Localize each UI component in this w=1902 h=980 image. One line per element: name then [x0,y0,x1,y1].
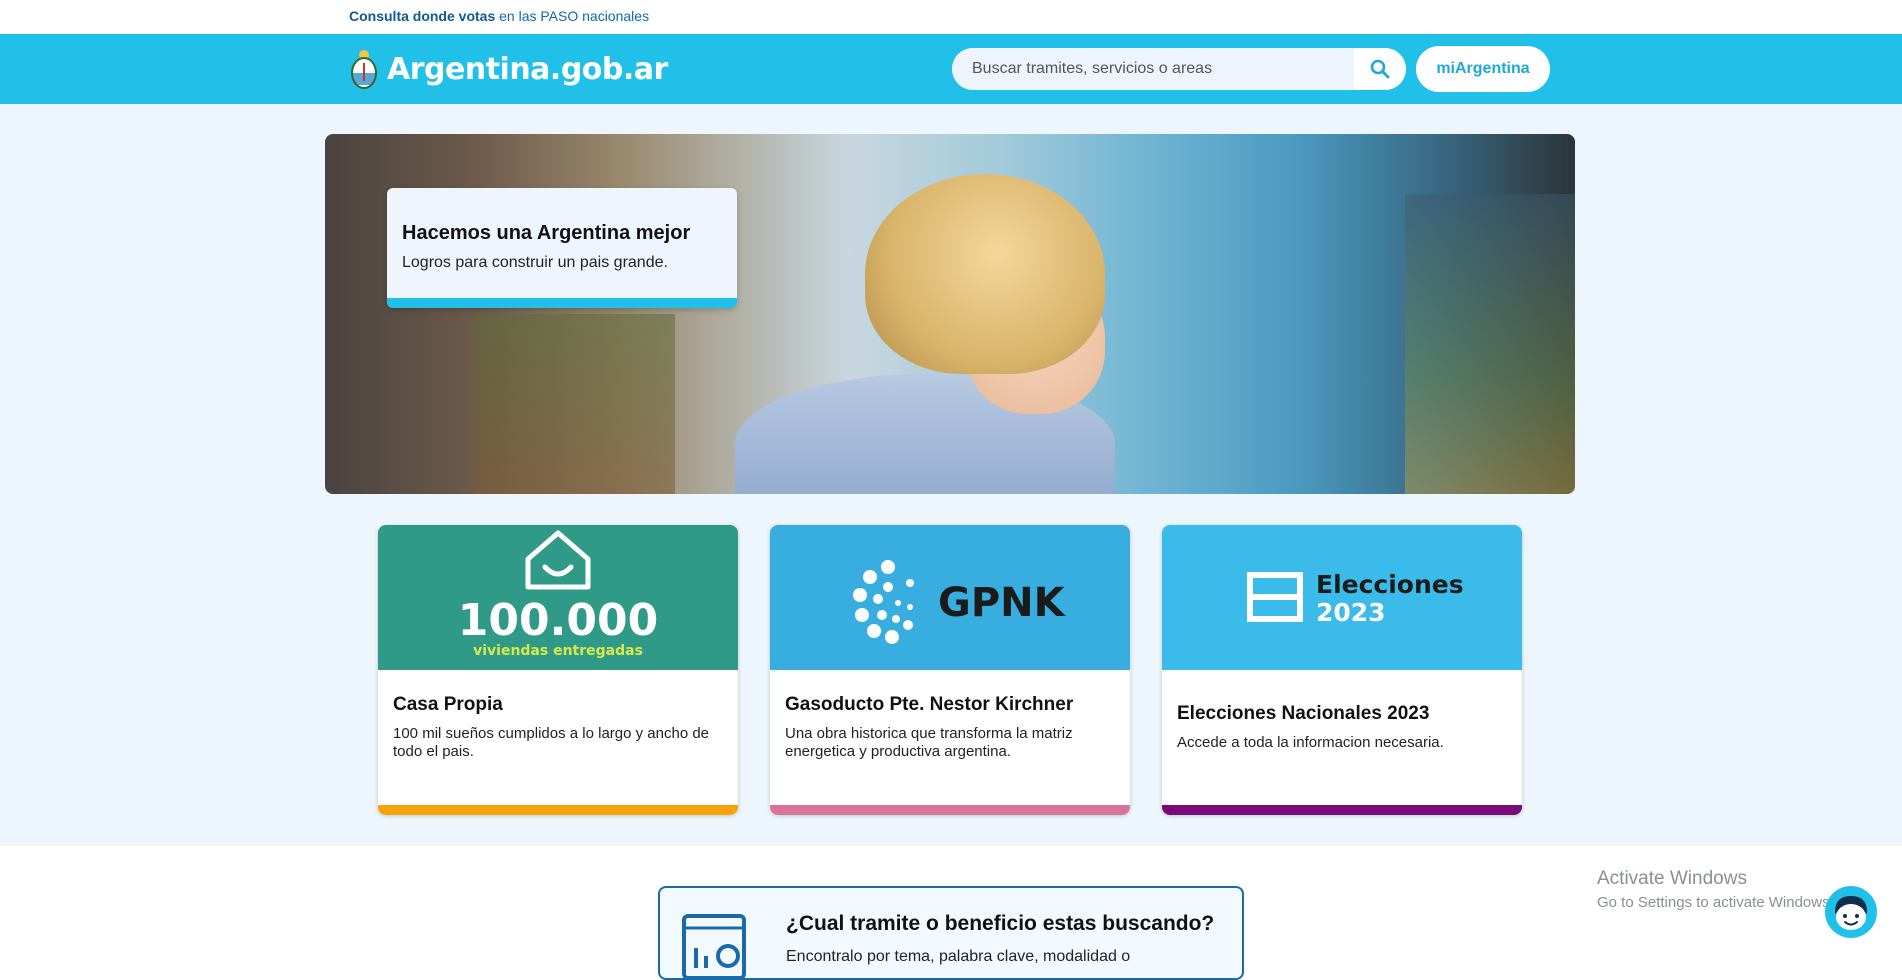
hero-photo-child [865,174,1105,374]
card-image-line2: 2023 [1316,598,1386,627]
site-header: Argentina.gob.ar miArgentina [0,34,1902,104]
card-gasoducto[interactable]: GPNK Gasoducto Pte. Nestor Kirchner Una … [770,525,1130,815]
top-notice-bar: Consulta donde votas en las PASO naciona… [0,0,1902,34]
chatbot-button[interactable] [1825,886,1877,938]
ballot-box-icon [1247,572,1303,622]
finder-title: ¿Cual tramite o beneficio estas buscando… [786,912,1215,935]
top-notice-link[interactable]: Consulta donde votas en las PASO naciona… [349,8,649,24]
card-image-line1: Elecciones [1316,570,1464,599]
hero-banner[interactable]: Hacemos una Argentina mejor Logros para … [325,134,1575,494]
hero-background-shelf [475,314,675,494]
finder-text: Encontralo por tema, palabra clave, moda… [786,948,1131,965]
card-text: 100 mil sueños cumplidos a lo largo y an… [393,725,710,760]
tramite-finder-card[interactable]: ¿Cual tramite o beneficio estas buscando… [658,886,1244,980]
card-accent-bar [1162,805,1522,815]
search-icon [1370,59,1390,79]
card-image: Elecciones 2023 [1162,525,1522,670]
hero-card[interactable]: Hacemos una Argentina mejor Logros para … [387,188,737,308]
chatbot-face-icon [1835,896,1867,930]
card-title: Gasoducto Pte. Nestor Kirchner [785,694,1074,715]
card-casa-propia[interactable]: 100.000 viviendas entregadas Casa Propia… [378,525,738,815]
house-smile-icon [525,530,591,590]
search-box [952,48,1406,90]
mi-argentina-button[interactable]: miArgentina [1416,46,1550,92]
card-image-number: 100.000 [458,595,658,646]
card-elecciones[interactable]: Elecciones 2023 Elecciones Nacionales 20… [1162,525,1522,815]
card-accent-bar [770,805,1130,815]
card-image-label: GPNK [938,580,1067,626]
card-text: Una obra historica que transforma la mat… [785,725,1073,760]
card-title: Casa Propia [393,694,503,715]
card-image: GPNK [770,525,1130,670]
hero-subtitle: Logros para construir un pais grande. [402,254,668,271]
card-title: Elecciones Nacionales 2023 [1177,703,1430,724]
site-logo[interactable]: Argentina.gob.ar [349,44,668,94]
hero-title: Hacemos una Argentina mejor [402,222,691,244]
windows-activation-watermark: Activate Windows Go to Settings to activ… [1597,868,1834,911]
hero-background-shelf [1405,194,1575,494]
card-image: 100.000 viviendas entregadas [378,525,738,670]
gpnk-logo-icon [853,560,914,644]
card-image-caption: viviendas entregadas [473,643,643,659]
search-button[interactable] [1354,48,1406,90]
card-accent-bar [378,805,738,815]
national-crest-icon [351,50,377,89]
search-document-icon [682,914,746,978]
search-input[interactable] [952,48,1350,90]
site-name: Argentina.gob.ar [387,51,668,87]
card-text: Accede a toda la informacion necesaria. [1177,734,1444,751]
hero-card-accent [387,298,737,308]
